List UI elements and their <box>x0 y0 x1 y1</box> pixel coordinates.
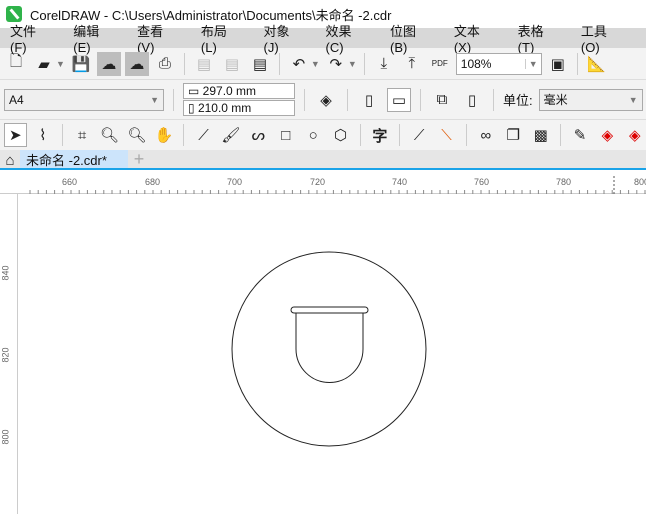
cut-icon[interactable]: ▤ <box>192 52 216 76</box>
full-screen-icon[interactable]: ▣ <box>546 52 570 76</box>
redo-icon[interactable]: ↷ <box>324 52 348 76</box>
cup-rim-shape <box>291 307 368 313</box>
tab-document[interactable]: 未命名 -2.cdr* <box>20 150 128 168</box>
zoom-value: 108% <box>461 57 492 71</box>
cloud-download-icon[interactable]: ☁ <box>97 52 121 76</box>
chevron-down-icon[interactable]: ▼ <box>56 59 65 69</box>
page-width-value: 297.0 mm <box>203 84 256 98</box>
freehand-tool-icon[interactable]: ⟋ <box>192 123 214 147</box>
cloud-upload-icon[interactable]: ☁ <box>125 52 149 76</box>
zoom-select[interactable]: 108% ▼ <box>456 53 542 75</box>
paste-icon[interactable]: ▤ <box>248 52 272 76</box>
zoom-out-tool-icon[interactable]: 🔍︎ <box>126 123 148 147</box>
blend-tool-icon[interactable]: ∞ <box>475 123 497 147</box>
toolbox: ➤ ⌇ ⌗ 🔍︎ 🔍︎ ✋ ⟋ 🖌 ᔕ □ ○ ⬡ 字 ⟋ ⟍ ∞ ❐ ▩ ✎ … <box>0 120 646 150</box>
ruler-ticks <box>0 176 646 194</box>
chevron-down-icon: ▼ <box>150 95 163 105</box>
export-icon[interactable]: ⤒ <box>400 52 424 76</box>
page-size-select[interactable]: A4 ▼ <box>4 89 164 111</box>
menu-bitmap[interactable]: 位图(B) <box>390 21 427 55</box>
smart-fill-tool-icon[interactable]: ◈ <box>624 123 646 147</box>
undo-icon[interactable]: ↶ <box>287 52 311 76</box>
unit-value: 毫米 <box>544 91 568 108</box>
drop-shadow-tool-icon[interactable]: ❐ <box>502 123 524 147</box>
all-pages-icon[interactable]: ⧉ <box>430 88 454 112</box>
save-icon[interactable]: 💾 <box>69 52 93 76</box>
rectangle-tool-icon[interactable]: □ <box>275 123 297 147</box>
page-size-value: A4 <box>9 93 24 107</box>
shape-tool-icon[interactable]: ⌇ <box>32 123 54 147</box>
brush-tool-icon[interactable]: 🖌 <box>220 123 242 147</box>
ellipse-tool-icon[interactable]: ○ <box>302 123 324 147</box>
dimension-tool-icon[interactable]: ⟋ <box>408 123 430 147</box>
menu-object[interactable]: 对象(J) <box>264 21 299 55</box>
page-width-input[interactable]: ▭ 297.0 mm <box>183 83 295 99</box>
cup-body-shape <box>296 313 363 383</box>
eyedropper-tool-icon[interactable]: ✎ <box>569 123 591 147</box>
print-icon[interactable]: ⎙ <box>153 52 177 76</box>
page-height-input[interactable]: ▯ 210.0 mm <box>183 100 295 116</box>
menu-bar: 文件(F) 编辑(E) 查看(V) 布局(L) 对象(J) 效果(C) 位图(B… <box>0 28 646 48</box>
document-tabs: ⌂ 未命名 -2.cdr* + <box>0 150 646 170</box>
home-icon[interactable]: ⌂ <box>0 150 20 170</box>
pick-tool-icon[interactable]: ➤ <box>4 123 27 147</box>
drawing-canvas[interactable] <box>19 195 646 514</box>
current-page-icon[interactable]: ▯ <box>460 88 484 112</box>
coreldraw-logo-icon <box>6 6 22 22</box>
menu-edit[interactable]: 编辑(E) <box>73 21 110 55</box>
vertical-ruler[interactable]: 840 820 800 <box>0 194 18 514</box>
menu-table[interactable]: 表格(T) <box>518 21 554 55</box>
chevron-down-icon: ▼ <box>629 95 642 105</box>
options-icon[interactable]: 📐 <box>585 52 609 76</box>
zoom-tool-icon[interactable]: 🔍︎ <box>98 123 120 147</box>
menu-text[interactable]: 文本(X) <box>454 21 491 55</box>
page-origin-icon[interactable]: ◈ <box>314 88 338 112</box>
portrait-icon[interactable]: ▯ <box>357 88 381 112</box>
landscape-icon[interactable]: ▭ <box>387 88 411 112</box>
menu-effects[interactable]: 效果(C) <box>326 21 363 55</box>
add-tab-button[interactable]: + <box>128 150 150 168</box>
chevron-down-icon[interactable]: ▼ <box>311 59 320 69</box>
menu-layout[interactable]: 布局(L) <box>201 21 237 55</box>
ruler-label: 800 <box>1 429 11 444</box>
property-bar: A4▼ ▭ 297.0 mm ▯ 210.0 mm ◈ ▯ ▭ ⧉ ▯ 单位: … <box>0 80 646 120</box>
chevron-down-icon: ▼ <box>525 59 541 69</box>
ruler-label: 820 <box>1 347 11 362</box>
text-tool-icon[interactable]: 字 <box>369 123 391 147</box>
pan-tool-icon[interactable]: ✋ <box>153 123 175 147</box>
horizontal-ruler[interactable]: 660 680 700 720 740 760 780 800 <box>0 176 646 194</box>
chevron-down-icon[interactable]: ▼ <box>348 59 357 69</box>
new-document-icon[interactable]: 🗋 <box>4 52 28 76</box>
crop-tool-icon[interactable]: ⌗ <box>71 123 93 147</box>
fill-tool-icon[interactable]: ◈ <box>596 123 618 147</box>
page-height-value: 210.0 mm <box>198 101 251 115</box>
import-icon[interactable]: ⤓ <box>372 52 396 76</box>
connector-tool-icon[interactable]: ⟍ <box>435 123 457 147</box>
copy-icon[interactable]: ▤ <box>220 52 244 76</box>
menu-file[interactable]: 文件(F) <box>10 21 46 55</box>
circle-shape <box>232 252 426 446</box>
unit-select[interactable]: 毫米 ▼ <box>539 89 643 111</box>
standard-toolbar: 🗋 ▰▼ 💾 ☁ ☁ ⎙ ▤ ▤ ▤ ↶▼ ↷▼ ⤓ ⤒ PDF 108%▼ ▣… <box>0 48 646 80</box>
polygon-tool-icon[interactable]: ⬡ <box>329 123 351 147</box>
unit-label: 单位: <box>503 90 533 109</box>
menu-view[interactable]: 查看(V) <box>137 21 174 55</box>
ruler-label: 840 <box>1 265 11 280</box>
open-folder-icon[interactable]: ▰ <box>32 52 56 76</box>
export-pdf-icon[interactable]: PDF <box>428 52 452 76</box>
menu-tools[interactable]: 工具(O) <box>581 21 619 55</box>
transparency-tool-icon[interactable]: ▩ <box>529 123 551 147</box>
spiral-tool-icon[interactable]: ᔕ <box>247 123 269 147</box>
